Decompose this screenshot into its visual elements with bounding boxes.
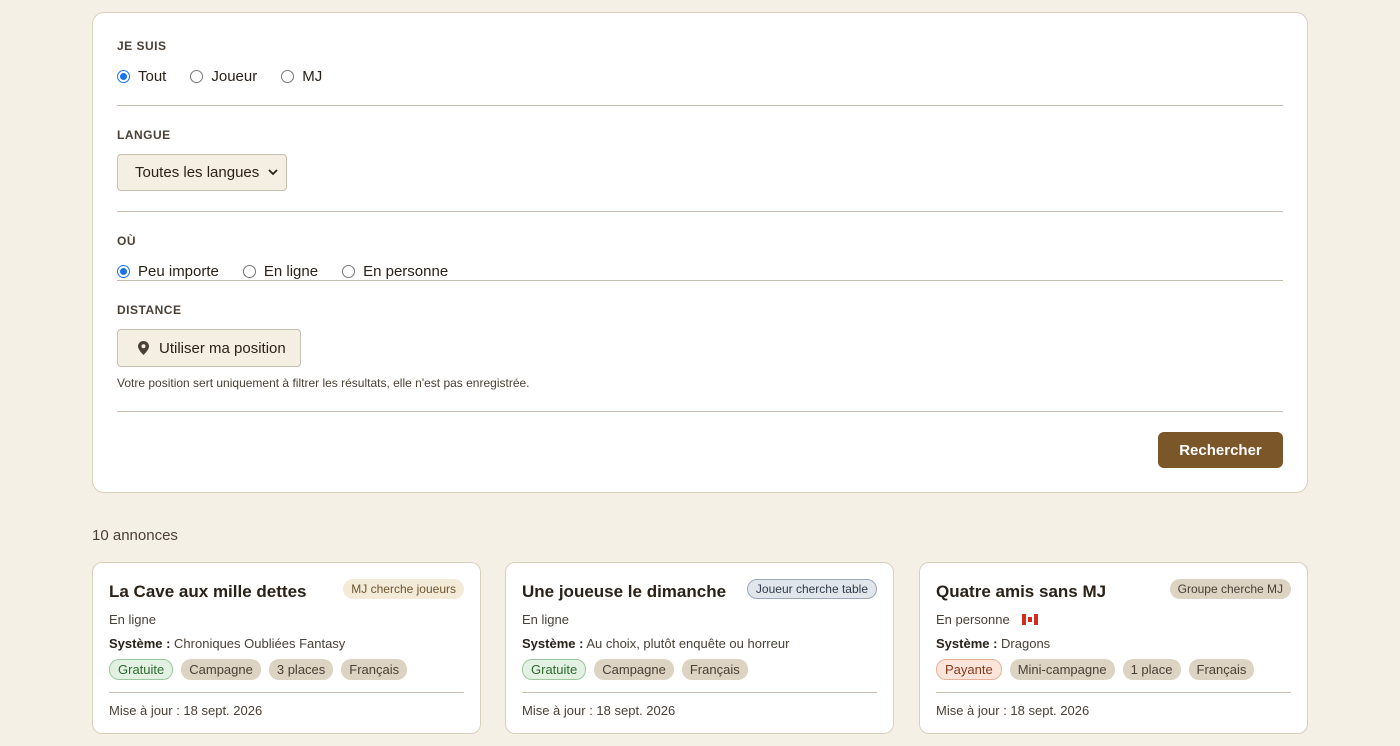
listing-system: Système : Dragons <box>936 636 1050 651</box>
where-section-label: OÙ <box>117 234 136 248</box>
listing-title[interactable]: Quatre amis sans MJ <box>936 582 1106 602</box>
search-button[interactable]: Rechercher <box>1158 432 1283 468</box>
role-option-label: Joueur <box>211 68 258 85</box>
listing-card[interactable]: Une joueuse le dimanche Joueur cherche t… <box>505 562 894 734</box>
price-tag: Gratuite <box>522 659 587 680</box>
listing-type-badge: MJ cherche joueurs <box>343 579 464 599</box>
divider <box>117 105 1283 106</box>
listing-place-text: En personne <box>936 612 1010 627</box>
listing-place: En personne <box>936 612 1038 627</box>
listing-updated: Mise à jour : 18 sept. 2026 <box>522 703 676 718</box>
divider <box>117 280 1283 281</box>
where-option-any[interactable]: Peu importe <box>117 263 219 280</box>
listing-place-text: En ligne <box>109 612 156 627</box>
radio-checked-icon[interactable] <box>117 70 130 83</box>
radio-icon[interactable] <box>242 265 256 278</box>
where-option-label: En personne <box>363 263 449 280</box>
listing-place: En ligne <box>109 612 156 627</box>
filter-panel: JE SUIS Tout Joueur MJ LANGUE Toutes les… <box>92 12 1308 493</box>
price-tag: Gratuite <box>109 659 174 680</box>
language-tag: Français <box>341 659 408 680</box>
listing-system: Système : Au choix, plutôt enquête ou ho… <box>522 636 789 651</box>
where-option-label: Peu importe <box>138 263 219 280</box>
listing-card[interactable]: Quatre amis sans MJ Groupe cherche MJ En… <box>919 562 1308 734</box>
where-option-in-person[interactable]: En personne <box>342 263 448 280</box>
listing-place: En ligne <box>522 612 569 627</box>
canada-flag-icon <box>1021 614 1038 625</box>
listing-tags: Gratuite Campagne Français <box>522 659 756 680</box>
results-count: 10 annonces <box>92 527 178 544</box>
role-option-label: MJ <box>302 68 323 85</box>
seats-tag: 1 place <box>1122 659 1181 680</box>
divider <box>117 411 1283 412</box>
listing-tags: Gratuite Campagne 3 places Français <box>109 659 415 680</box>
price-tag: Payante <box>936 659 1002 680</box>
role-option-player[interactable]: Joueur <box>190 68 257 85</box>
listing-title[interactable]: Une joueuse le dimanche <box>522 582 726 602</box>
listing-type-badge: Groupe cherche MJ <box>1169 579 1291 599</box>
listing-system: Système : Chroniques Oubliées Fantasy <box>109 636 345 651</box>
card-divider <box>109 692 464 693</box>
seats-tag: 3 places <box>268 659 334 680</box>
listing-place-text: En ligne <box>522 612 569 627</box>
language-tag: Français <box>681 659 748 680</box>
role-option-all[interactable]: Tout <box>117 68 166 85</box>
system-value: Chroniques Oubliées Fantasy <box>174 636 346 651</box>
listing-type-badge: Joueur cherche table <box>746 579 877 599</box>
system-value: Au choix, plutôt enquête ou horreur <box>586 636 790 651</box>
card-divider <box>936 692 1291 693</box>
listing-card[interactable]: La Cave aux mille dettes MJ cherche joue… <box>92 562 481 734</box>
role-radio-group: Tout Joueur MJ <box>117 68 346 85</box>
chevron-down-icon <box>268 169 278 176</box>
divider <box>117 211 1283 212</box>
language-select[interactable]: Toutes les langues <box>117 154 287 191</box>
language-section-label: LANGUE <box>117 128 171 142</box>
distance-section-label: DISTANCE <box>117 303 182 317</box>
radio-icon[interactable] <box>190 70 204 83</box>
language-tag: Français <box>1188 659 1255 680</box>
radio-icon[interactable] <box>281 70 295 83</box>
use-position-button[interactable]: Utiliser ma position <box>117 329 301 367</box>
where-radio-group: Peu importe En ligne En personne <box>117 263 472 280</box>
listing-updated: Mise à jour : 18 sept. 2026 <box>109 703 263 718</box>
language-select-value: Toutes les langues <box>135 164 260 181</box>
use-position-label: Utiliser ma position <box>159 339 286 357</box>
system-label: Système : <box>936 636 998 651</box>
listing-title[interactable]: La Cave aux mille dettes <box>109 582 306 602</box>
where-option-online[interactable]: En ligne <box>242 263 319 280</box>
system-value: Dragons <box>1001 636 1051 651</box>
system-label: Système : <box>522 636 584 651</box>
map-pin-icon <box>138 341 149 355</box>
radio-checked-icon[interactable] <box>117 265 130 278</box>
role-option-gm[interactable]: MJ <box>281 68 322 85</box>
format-tag: Mini-campagne <box>1009 659 1115 680</box>
role-option-label: Tout <box>138 68 167 85</box>
where-option-label: En ligne <box>263 263 319 280</box>
listing-tags: Payante Mini-campagne 1 place Français <box>936 659 1262 680</box>
radio-icon[interactable] <box>342 265 356 278</box>
position-privacy-note: Votre position sert uniquement à filtrer… <box>117 376 530 390</box>
system-label: Système : <box>109 636 171 651</box>
card-divider <box>522 692 877 693</box>
format-tag: Campagne <box>594 659 674 680</box>
role-section-label: JE SUIS <box>117 39 167 53</box>
format-tag: Campagne <box>181 659 261 680</box>
listing-updated: Mise à jour : 18 sept. 2026 <box>936 703 1090 718</box>
